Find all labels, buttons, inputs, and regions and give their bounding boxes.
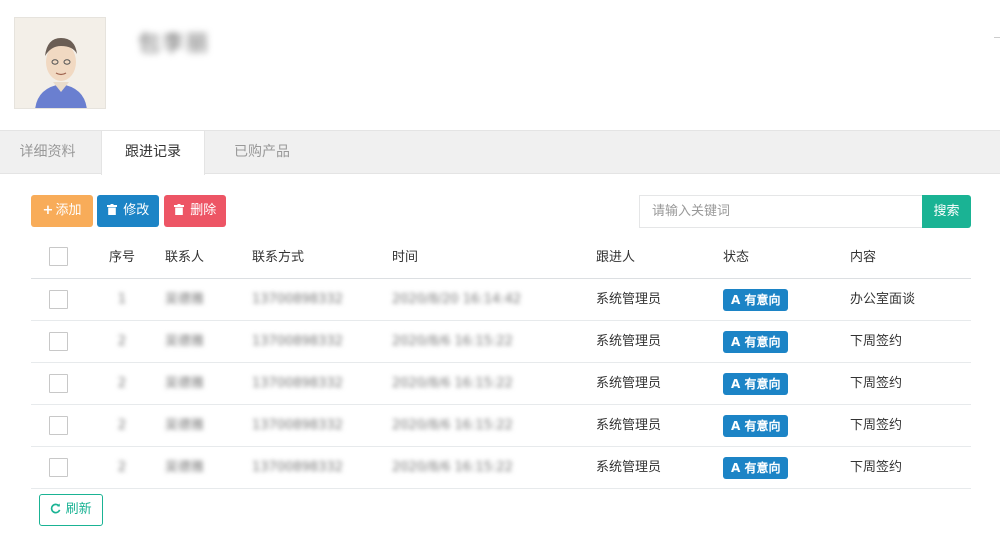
edit-button-label: 修改 [123, 203, 150, 218]
row-checkbox[interactable] [49, 416, 68, 435]
table-row[interactable]: 2 吴德雅 13700898332 2020/8/6 16:15:22 系统管理… [31, 363, 971, 405]
row-content: 下周签约 [850, 334, 903, 349]
row-content: 下周签约 [850, 460, 903, 475]
status-badge: A 有意向 [723, 414, 789, 437]
row-content: 下周签约 [850, 376, 903, 391]
add-button-label: 添加 [55, 203, 82, 218]
row-phone: 13700898332 [252, 418, 343, 433]
refresh-button[interactable]: 刷新 [39, 494, 103, 526]
row-time: 2020/8/6 16:15:22 [392, 376, 513, 391]
trash-icon [106, 203, 122, 218]
status-badge: A 有意向 [723, 372, 789, 395]
column-header-index: 序号 [108, 250, 135, 265]
plus-icon: + [42, 203, 54, 218]
table-row[interactable]: 2 吴德雅 13700898332 2020/8/6 16:15:22 系统管理… [31, 321, 971, 363]
person-name: 包李丽 [138, 32, 211, 57]
search-button[interactable]: 搜索 [922, 195, 971, 228]
column-header-contact: 联系人 [165, 250, 205, 265]
tab-details[interactable]: 详细资料 [0, 131, 95, 174]
row-checkbox[interactable] [49, 332, 68, 351]
column-header-content: 内容 [850, 250, 877, 265]
add-button[interactable]: + 添加 [31, 195, 93, 227]
row-status: A 有意向 [723, 279, 789, 320]
divider [994, 37, 1000, 38]
delete-button[interactable]: 删除 [164, 195, 226, 227]
row-checkbox[interactable] [49, 458, 68, 477]
profile-header: 包李丽 [0, 0, 1000, 130]
row-owner: 系统管理员 [596, 460, 662, 475]
row-status: A 有意向 [723, 405, 789, 446]
tab-follow-up[interactable]: 跟进记录 [101, 131, 205, 175]
search-input[interactable] [639, 195, 923, 228]
column-header-owner: 跟进人 [596, 250, 636, 265]
row-phone: 13700898332 [252, 292, 343, 307]
tab-purchased-products[interactable]: 已购产品 [213, 131, 311, 174]
row-status: A 有意向 [723, 363, 789, 404]
table-header-row: 序号 联系人 联系方式 时间 跟进人 状态 内容 [31, 236, 971, 279]
row-contact: 吴德雅 [165, 460, 205, 475]
delete-button-label: 删除 [190, 203, 217, 218]
avatar-portrait-icon [15, 18, 105, 108]
row-owner: 系统管理员 [596, 334, 662, 349]
row-index: 1 [117, 292, 127, 307]
row-time: 2020/8/6 16:15:22 [392, 418, 513, 433]
column-header-phone: 联系方式 [252, 250, 305, 265]
row-owner: 系统管理员 [596, 292, 662, 307]
row-index: 2 [117, 418, 127, 433]
trash-icon [173, 203, 189, 218]
row-owner: 系统管理员 [596, 376, 662, 391]
select-all-checkbox[interactable] [49, 247, 68, 266]
column-header-time: 时间 [392, 250, 419, 265]
table-row[interactable]: 1 吴德雅 13700898332 2020/8/20 16:14:42 系统管… [31, 279, 971, 321]
status-badge: A 有意向 [723, 456, 789, 479]
row-phone: 13700898332 [252, 376, 343, 391]
row-index: 2 [117, 334, 127, 349]
row-index: 2 [117, 376, 127, 391]
row-owner: 系统管理员 [596, 418, 662, 433]
row-time: 2020/8/20 16:14:42 [392, 292, 522, 307]
avatar [14, 17, 106, 109]
table-row[interactable]: 2 吴德雅 13700898332 2020/8/6 16:15:22 系统管理… [31, 405, 971, 447]
row-time: 2020/8/6 16:15:22 [392, 460, 513, 475]
refresh-button-label: 刷新 [65, 502, 92, 517]
refresh-icon [50, 502, 65, 517]
edit-button[interactable]: 修改 [97, 195, 159, 227]
column-header-status: 状态 [723, 250, 750, 265]
row-content: 办公室面谈 [850, 292, 916, 307]
tab-bar: 详细资料 跟进记录 已购产品 [0, 130, 1000, 175]
row-contact: 吴德雅 [165, 376, 205, 391]
row-contact: 吴德雅 [165, 292, 205, 307]
status-badge: A 有意向 [723, 288, 789, 311]
row-index: 2 [117, 460, 127, 475]
row-phone: 13700898332 [252, 460, 343, 475]
row-phone: 13700898332 [252, 334, 343, 349]
table-row[interactable]: 2 吴德雅 13700898332 2020/8/6 16:15:22 系统管理… [31, 447, 971, 489]
row-checkbox[interactable] [49, 374, 68, 393]
row-status: A 有意向 [723, 447, 789, 488]
follow-up-table: 序号 联系人 联系方式 时间 跟进人 状态 内容 1 吴德雅 137008983… [31, 236, 971, 489]
row-checkbox[interactable] [49, 290, 68, 309]
row-content: 下周签约 [850, 418, 903, 433]
row-status: A 有意向 [723, 321, 789, 362]
row-time: 2020/8/6 16:15:22 [392, 334, 513, 349]
row-contact: 吴德雅 [165, 418, 205, 433]
status-badge: A 有意向 [723, 330, 789, 353]
row-contact: 吴德雅 [165, 334, 205, 349]
